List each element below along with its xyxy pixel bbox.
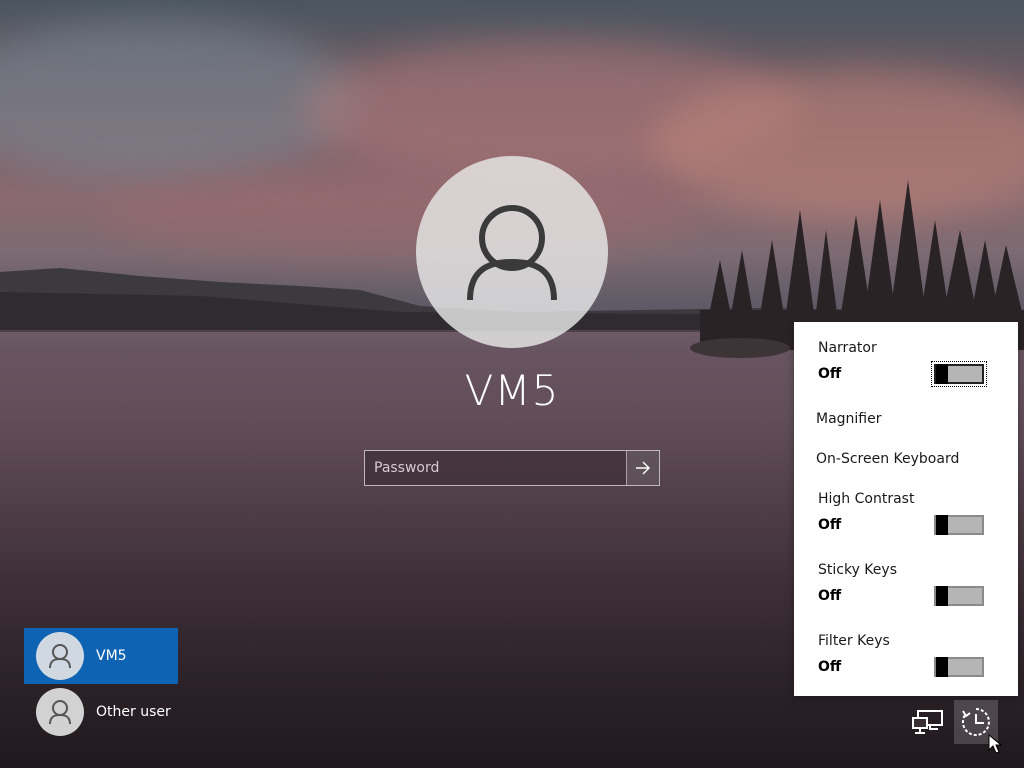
user-icon [467, 205, 557, 301]
filter-keys-toggle[interactable] [934, 657, 984, 677]
submit-arrow-button[interactable] [626, 451, 659, 485]
user-icon [49, 644, 71, 669]
sticky-keys-toggle[interactable] [934, 586, 984, 606]
ease-of-access-menu: Narrator Off Magnifier On-Screen Keyboar… [794, 322, 1018, 696]
user-name-heading: VM5 [464, 366, 560, 415]
filter-keys-state: Off [818, 659, 842, 675]
password-input[interactable] [365, 451, 626, 485]
filter-keys-label: Filter Keys [818, 633, 890, 649]
user-list-item-other-user[interactable]: Other user [24, 684, 178, 740]
high-contrast-toggle[interactable] [934, 515, 984, 535]
toggle-thumb [936, 515, 948, 535]
toggle-thumb [936, 364, 948, 384]
sticky-keys-label: Sticky Keys [818, 562, 897, 578]
user-avatar-small [36, 632, 84, 680]
mouse-cursor-icon [988, 734, 1002, 754]
user-list-item-vm5[interactable]: VM5 [24, 628, 178, 684]
high-contrast-label: High Contrast [818, 491, 915, 507]
network-button[interactable] [906, 700, 950, 744]
user-avatar [416, 156, 608, 348]
high-contrast-state: Off [818, 517, 842, 533]
sky-cloud [100, 170, 700, 260]
narrator-toggle[interactable] [931, 361, 987, 387]
sticky-keys-state: Off [818, 588, 842, 604]
user-avatar-small [36, 688, 84, 736]
network-icon [912, 710, 943, 734]
user-icon [49, 700, 71, 725]
lock-screen: VM5 VM5 Other user Narrator Off Magnifie… [0, 0, 1024, 768]
user-list-label: Other user [96, 704, 171, 720]
on-screen-keyboard-item[interactable]: On-Screen Keyboard [816, 451, 959, 467]
arrow-right-icon [636, 461, 650, 475]
toggle-thumb [936, 586, 948, 606]
toggle-thumb [936, 657, 948, 677]
user-list-label: VM5 [96, 648, 127, 664]
magnifier-item[interactable]: Magnifier [816, 411, 882, 427]
password-field [364, 450, 660, 486]
narrator-label: Narrator [818, 340, 877, 356]
narrator-state: Off [818, 366, 842, 382]
